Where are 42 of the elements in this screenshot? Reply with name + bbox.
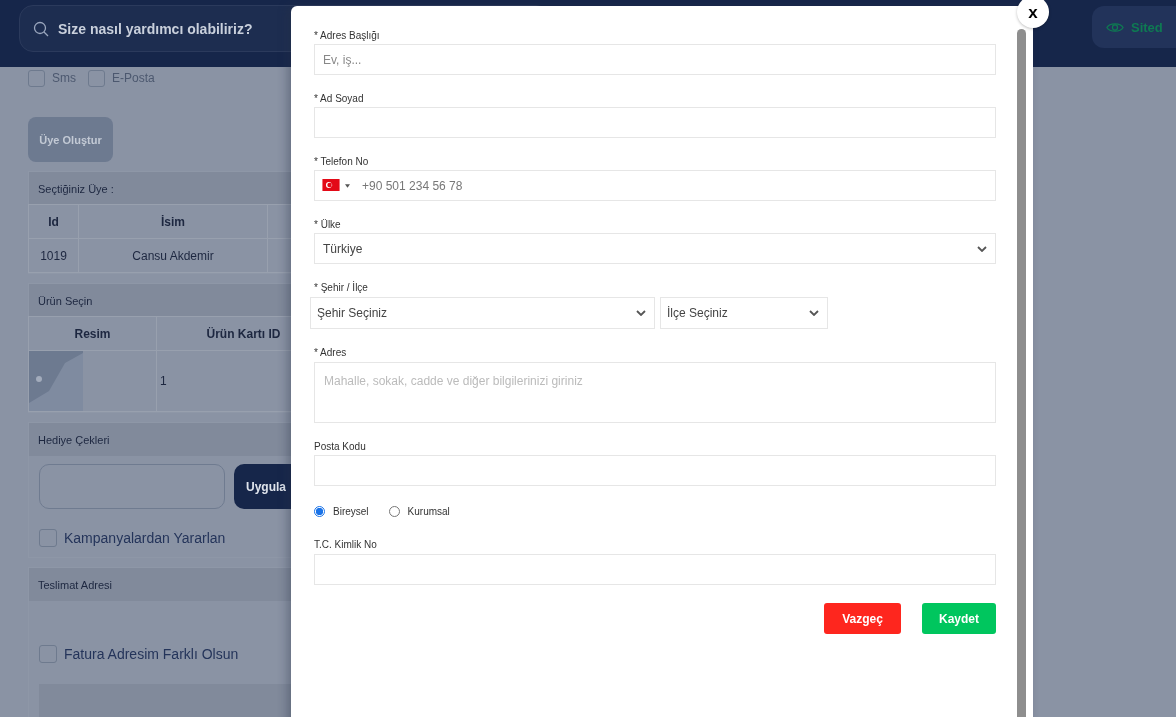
- checkbox-label: Sms: [52, 71, 76, 85]
- field-label: * Ülke: [314, 219, 342, 231]
- radio-label: Bireysel: [333, 506, 369, 517]
- checkbox-label: E-Posta: [112, 71, 155, 85]
- dropdown-select[interactable]: Şehir Seçiniz: [310, 297, 655, 329]
- flag-icon: [322, 179, 340, 191]
- input-field[interactable]: [314, 554, 996, 585]
- address-textarea[interactable]: Mahalle, sokak, cadde ve diğer bilgilerinizi giriniz: [314, 362, 996, 423]
- column-header: Id: [28, 204, 79, 239]
- field-label: * Telefon No: [314, 156, 370, 168]
- field-label: T.C. Kimlik No: [314, 539, 378, 551]
- caret-icon: [345, 184, 350, 188]
- radio-button[interactable]: [314, 506, 325, 517]
- input-field[interactable]: [314, 455, 996, 486]
- checkbox[interactable]: [39, 529, 57, 547]
- field-label: Posta Kodu: [314, 441, 367, 453]
- field-label: * Adres Başlığı: [314, 30, 381, 42]
- input-field[interactable]: [314, 107, 996, 138]
- country-select[interactable]: Türkiye: [314, 233, 996, 264]
- site-button-label: Sited: [1131, 19, 1163, 35]
- table-cell: 1019: [28, 238, 79, 273]
- search-icon: [33, 21, 49, 37]
- radio-label: Kurumsal: [407, 506, 450, 517]
- scrollbar[interactable]: [1017, 29, 1026, 717]
- checkbox[interactable]: [39, 645, 57, 663]
- phone-field[interactable]: +90 501 234 56 78: [314, 170, 996, 201]
- gift-code-field[interactable]: [39, 464, 225, 509]
- cancel-button[interactable]: Vazgeç: [824, 603, 901, 634]
- checkbox[interactable]: [28, 69, 45, 87]
- input-field[interactable]: Ev, iş...: [314, 44, 996, 75]
- checkbox[interactable]: [88, 69, 105, 87]
- close-button[interactable]: x: [1017, 0, 1049, 28]
- eye-icon: [1106, 20, 1124, 34]
- chevron-down-icon: [809, 310, 819, 316]
- image-placeholder-icon: [29, 351, 83, 411]
- field-label: * Ad Soyad: [314, 93, 365, 105]
- chevron-down-icon: [977, 245, 987, 252]
- checkbox-label: Kampanyalardan Yararlan: [64, 530, 226, 546]
- checkbox-label: Fatura Adresim Farklı Olsun: [64, 646, 239, 662]
- chevron-down-icon: [636, 310, 646, 316]
- dropdown-select[interactable]: İlçe Seçiniz: [660, 297, 828, 329]
- field-label: * Şehir / İlçe: [314, 282, 369, 294]
